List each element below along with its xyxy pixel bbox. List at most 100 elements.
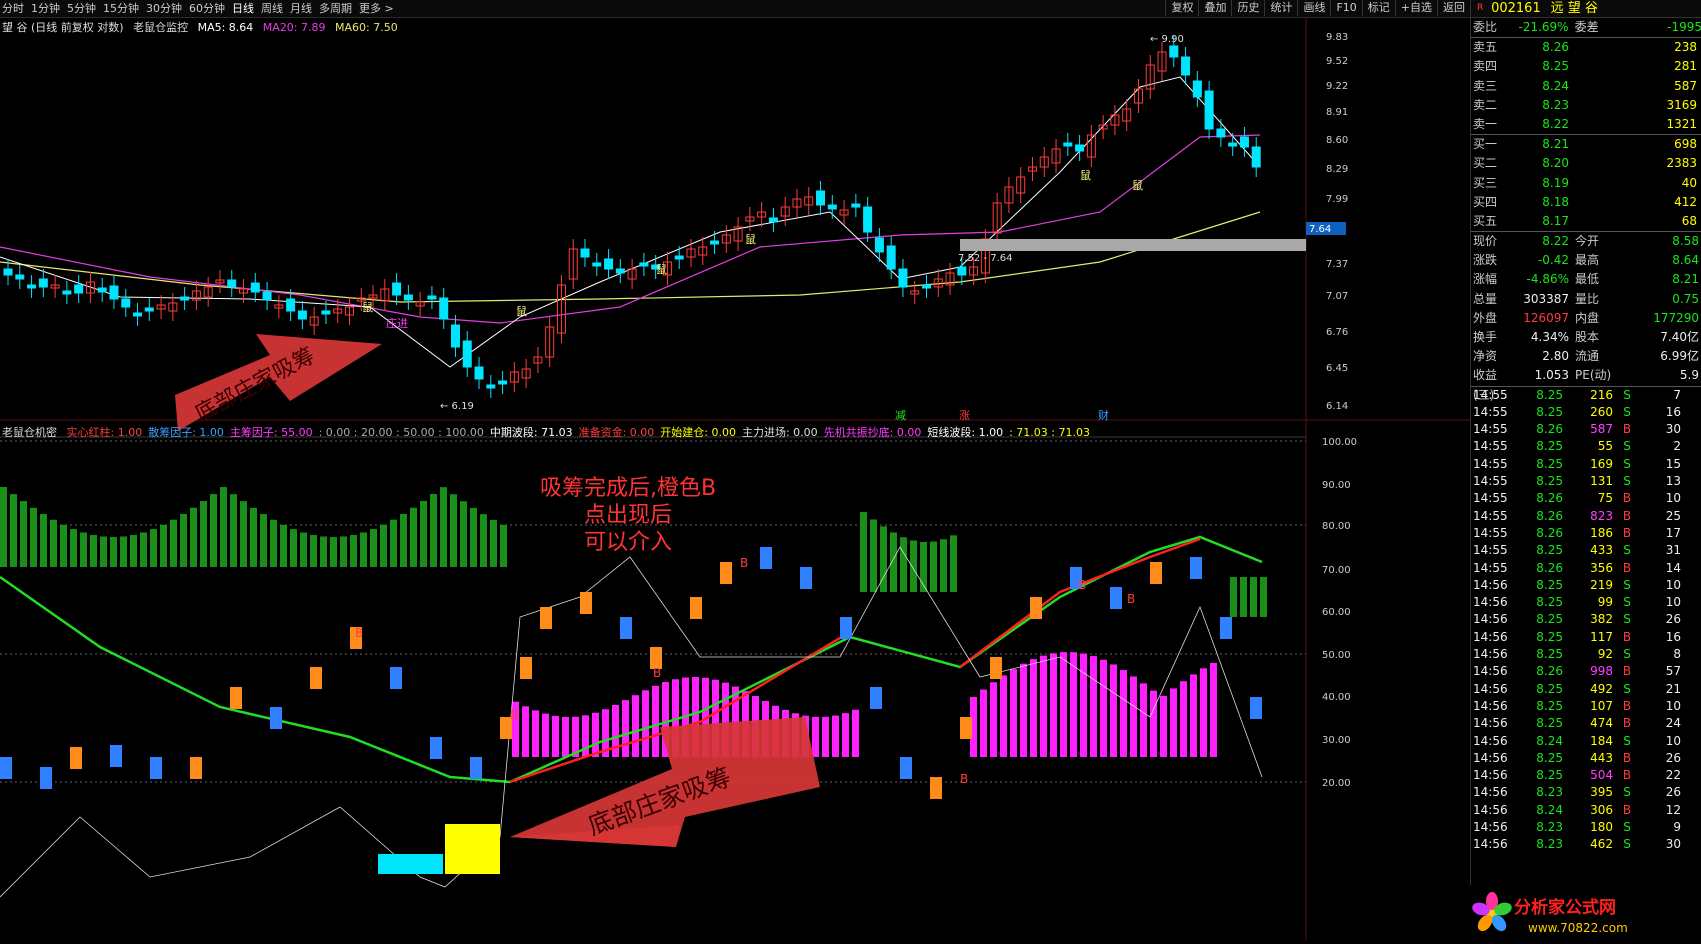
tick-count: 30 bbox=[1665, 837, 1681, 852]
tab-10[interactable]: 更多 > bbox=[359, 2, 394, 15]
bid-row-2-label: 买三 bbox=[1473, 175, 1498, 190]
stock-name: 远 望 谷 bbox=[1550, 1, 1598, 16]
green-bar bbox=[230, 494, 237, 567]
candle-body bbox=[886, 245, 896, 270]
tick-row-17: 14:56 8.25 492 S 21 bbox=[1471, 681, 1701, 698]
tick-time: 14:56 bbox=[1473, 733, 1508, 748]
stat-label: 外盘 bbox=[1473, 310, 1498, 325]
tab-8[interactable]: 月线 bbox=[290, 2, 312, 15]
tick-row-14: 14:56 8.25 117 B 16 bbox=[1471, 629, 1701, 646]
jian-marker: 减 bbox=[895, 409, 906, 422]
sub-indicator-name[interactable]: 老鼠仓机密 bbox=[2, 426, 57, 439]
green-bar bbox=[320, 536, 327, 567]
green-bar bbox=[440, 487, 447, 567]
range-band bbox=[960, 239, 1306, 251]
bid-row-1-vol: 2383 bbox=[1666, 156, 1697, 171]
tick-volume: 219 bbox=[1590, 577, 1613, 592]
tick-direction: B bbox=[1622, 750, 1632, 765]
tick-row-2: 14:55 8.26 587 B 30 bbox=[1471, 421, 1701, 438]
green-bar bbox=[370, 529, 377, 567]
green-bar bbox=[1230, 577, 1237, 617]
ask-row-0-vol: 238 bbox=[1674, 40, 1697, 55]
green-bar bbox=[80, 532, 87, 567]
low-price-label: ← 6.19 bbox=[440, 401, 474, 412]
green-bar bbox=[340, 536, 347, 567]
tab-5[interactable]: 60分钟 bbox=[189, 2, 225, 15]
green-bar bbox=[140, 532, 147, 567]
tick-count: 24 bbox=[1665, 716, 1681, 731]
tool-button-3[interactable]: 统计 bbox=[1264, 0, 1297, 16]
candle-body bbox=[227, 279, 237, 288]
tab-6[interactable]: 日线 bbox=[232, 2, 254, 15]
candle-body bbox=[121, 298, 131, 308]
tool-button-6[interactable]: 标记 bbox=[1361, 0, 1395, 16]
candle-body bbox=[250, 282, 260, 293]
tool-button-7[interactable]: +自选 bbox=[1394, 0, 1437, 16]
stat-label: 换手 bbox=[1473, 330, 1498, 344]
tick-price: 8.25 bbox=[1536, 439, 1563, 454]
tick-count: 16 bbox=[1665, 629, 1681, 644]
period-toolbar: 分时 1分钟 5分钟 15分钟 30分钟 60分钟 日线 周线 月线 多周期 更多 > 复权 叠加 历史… bbox=[0, 0, 1470, 18]
magenta-bar bbox=[622, 700, 629, 757]
tick-price: 8.26 bbox=[1536, 508, 1563, 523]
green-bar bbox=[300, 532, 307, 567]
tool-button-2[interactable]: 历史 bbox=[1231, 0, 1264, 16]
stat-label: 总量 bbox=[1473, 291, 1498, 306]
zhuang-marker: 庄进 bbox=[386, 316, 408, 330]
candle-body bbox=[15, 274, 25, 280]
tab-2[interactable]: 5分钟 bbox=[67, 2, 96, 15]
rat-marker: 鼠 bbox=[1132, 178, 1143, 192]
tab-1[interactable]: 1分钟 bbox=[31, 2, 60, 15]
tab-0[interactable]: 分时 bbox=[2, 2, 24, 15]
candle-body bbox=[1075, 144, 1085, 152]
chart-area[interactable]: 9.83 9.52 9.22 8.91 8.60 8.29 7.99 7.37 7.07 6.76… bbox=[0, 17, 1470, 941]
tick-time: 14:56 bbox=[1473, 837, 1508, 852]
ask-row-3-vol: 3169 bbox=[1666, 97, 1697, 112]
magenta-bar bbox=[1100, 659, 1107, 757]
tick-volume: 169 bbox=[1590, 456, 1613, 471]
stats-list: 现价 8.22 今开 8.58 涨跌 -0.42 最高 8.64 涨幅 -4.86% 最低 8.21 总… bbox=[1471, 232, 1701, 402]
green-bar bbox=[20, 501, 27, 567]
step-block bbox=[930, 777, 942, 799]
stat-value: 177290 bbox=[1653, 310, 1699, 325]
bid-row-4-vol: 68 bbox=[1681, 213, 1697, 228]
stat-label: 流通 bbox=[1575, 349, 1600, 364]
red-trend-line-2 bbox=[959, 537, 1201, 668]
tick-direction: S bbox=[1623, 681, 1631, 696]
tab-9[interactable]: 多周期 bbox=[319, 2, 352, 15]
candle-body bbox=[1228, 142, 1238, 147]
step-block bbox=[760, 547, 772, 569]
magenta-bar bbox=[1030, 659, 1037, 757]
tick-volume: 504 bbox=[1590, 768, 1613, 783]
tool-button-4[interactable]: 画线 bbox=[1297, 0, 1330, 16]
candle-body bbox=[1216, 128, 1226, 138]
indicator-name[interactable]: 老鼠仓监控 bbox=[133, 21, 188, 34]
candle-body bbox=[450, 324, 460, 348]
green-bar bbox=[430, 493, 437, 567]
tick-row-22: 14:56 8.25 504 B 22 bbox=[1471, 767, 1701, 784]
tool-button-5[interactable]: F10 bbox=[1330, 0, 1361, 16]
ask-row-1-price: 8.25 bbox=[1542, 59, 1569, 74]
tick-price: 8.25 bbox=[1536, 474, 1563, 489]
tick-direction: S bbox=[1623, 387, 1631, 402]
tick-row-20: 14:56 8.24 184 S 10 bbox=[1471, 733, 1701, 750]
candle-body bbox=[768, 217, 778, 223]
bid-row-4-label: 买五 bbox=[1473, 213, 1498, 228]
tool-button-8[interactable]: 返回 bbox=[1437, 0, 1470, 16]
tick-volume: 443 bbox=[1590, 750, 1613, 765]
tick-list[interactable]: 14:55 8.25 216 S 7 14:55 8.25 260 S 16 14:55 8.26 58… bbox=[1471, 387, 1701, 854]
step-block bbox=[720, 562, 732, 584]
candle-body bbox=[392, 282, 402, 296]
bid-row-2-price: 8.19 bbox=[1542, 175, 1569, 190]
tick-direction: B bbox=[1622, 422, 1632, 437]
tick-count: 7 bbox=[1673, 387, 1681, 402]
tab-3[interactable]: 15分钟 bbox=[103, 2, 139, 15]
tick-time: 14:56 bbox=[1473, 750, 1508, 765]
tab-4[interactable]: 30分钟 bbox=[146, 2, 182, 15]
high-price-label: ← 9.90 bbox=[1150, 34, 1184, 45]
tool-button-1[interactable]: 叠加 bbox=[1198, 0, 1231, 16]
stat-label: 量比 bbox=[1575, 291, 1600, 306]
tab-7[interactable]: 周线 bbox=[261, 2, 283, 15]
tool-button-0[interactable]: 复权 bbox=[1165, 0, 1198, 16]
magenta-bar bbox=[522, 706, 529, 757]
